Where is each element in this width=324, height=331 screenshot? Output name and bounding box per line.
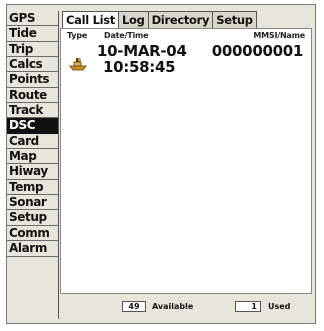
sidebar-item-card[interactable]: Card — [7, 134, 58, 150]
tab-log[interactable]: Log — [118, 11, 149, 28]
status-footer: 49 Available 1 Used — [60, 298, 312, 316]
tab-setup[interactable]: Setup — [212, 11, 257, 28]
tab-directory[interactable]: Directory — [147, 11, 214, 28]
call-time: 10:58:45 — [103, 58, 176, 76]
used-count: 1 — [235, 301, 261, 312]
sidebar-item-route[interactable]: Route — [7, 88, 58, 104]
sidebar-item-alarm[interactable]: Alarm — [7, 241, 58, 257]
boat-icon — [69, 58, 87, 71]
available-count: 49 — [122, 301, 146, 312]
sidebar-item-gps[interactable]: GPS — [7, 11, 58, 27]
column-header-type: Type — [67, 31, 88, 40]
sidebar-item-comm[interactable]: Comm — [7, 226, 58, 242]
available-label: Available — [152, 302, 194, 311]
used-label: Used — [268, 302, 291, 311]
sidebar-item-map[interactable]: Map — [7, 149, 58, 165]
sidebar-item-setup[interactable]: Setup — [7, 210, 58, 226]
sidebar-item-track[interactable]: Track — [7, 103, 58, 119]
sidebar-item-temp[interactable]: Temp — [7, 180, 58, 196]
call-mmsi: 000000001 — [211, 42, 304, 60]
sidebar-item-calcs[interactable]: Calcs — [7, 57, 58, 73]
sidebar-item-hiway[interactable]: Hiway — [7, 164, 58, 180]
column-header-mmsi: MMSI/Name — [253, 31, 305, 40]
sidebar-item-sonar[interactable]: Sonar — [7, 195, 58, 211]
main-panel: Call List Log Directory Setup Type Date/… — [60, 11, 314, 319]
sidebar-item-tide[interactable]: Tide — [7, 26, 58, 42]
sidebar-item-points[interactable]: Points — [7, 72, 58, 88]
sidebar-divider — [58, 11, 59, 319]
sidebar-item-dsc[interactable]: DSC — [7, 118, 58, 134]
sidebar-item-trip[interactable]: Trip — [7, 42, 58, 58]
tab-bar: Call List Log Directory Setup — [62, 11, 257, 29]
sidebar: GPS Tide Trip Calcs Points Route Track D… — [7, 11, 58, 257]
tab-call-list[interactable]: Call List — [62, 11, 119, 29]
call-list-table: Type Date/Time MMSI/Name 10-MAR-04 10:58… — [60, 28, 312, 294]
column-header-datetime: Date/Time — [104, 31, 149, 40]
